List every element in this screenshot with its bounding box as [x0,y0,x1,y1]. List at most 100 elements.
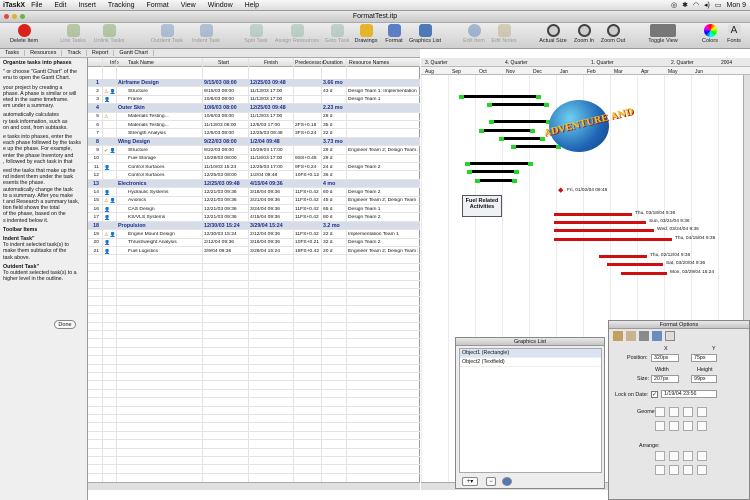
geometry-option-button[interactable] [669,407,679,417]
adventure-logo-graphic[interactable]: ADVENTURE AND [543,100,635,152]
zoom-in-button[interactable]: Zoom In [570,24,598,44]
menu-window[interactable]: Window [202,2,239,9]
close-window-button[interactable] [4,14,9,19]
info-icon[interactable] [502,477,512,486]
empty-row[interactable] [88,339,420,348]
empty-row[interactable] [88,407,420,415]
task-handle[interactable] [499,136,504,141]
fuel-related-textbox[interactable]: Fuel Related Activities [462,195,502,217]
empty-row[interactable] [88,323,420,331]
empty-row[interactable] [88,365,420,373]
task-bar[interactable] [467,162,531,165]
zoom-window-button[interactable] [20,14,25,19]
indent-task-button[interactable]: Indent Task [188,24,224,44]
sync-icon[interactable]: ◎ [671,1,677,9]
empty-row[interactable] [88,297,420,306]
geometry-option-button[interactable] [683,407,693,417]
airport-icon[interactable]: ◠ [693,1,699,9]
empty-row[interactable] [88,255,420,264]
arrange-option-button[interactable] [669,451,679,461]
actual-size-button[interactable]: Actual Size [538,24,568,44]
summary-task-row[interactable]: 13 Electronics 12/25/03 09:48 4/15/04 09:36… [88,179,420,189]
empty-row[interactable] [88,272,420,281]
zoom-out-button[interactable]: Zoom Out [598,24,628,44]
add-graphic-button[interactable]: +▾ [462,477,478,486]
critical-task-bar[interactable] [554,213,632,216]
empty-row[interactable] [88,289,420,298]
task-handle[interactable] [467,169,472,174]
volume-icon[interactable]: ◂) [704,1,710,9]
menu-help[interactable]: Help [239,2,265,9]
empty-row[interactable] [88,432,420,441]
task-handle[interactable] [528,161,533,166]
geometry-option-button[interactable] [655,407,665,417]
height-field[interactable]: 99px [691,375,717,383]
critical-task-bar[interactable] [554,238,672,241]
tab-gantt-chart[interactable]: Gantt Chart [114,50,154,56]
link-tasks-button[interactable]: Link Tasks [58,24,88,44]
arrange-option-button[interactable] [683,465,693,475]
colors-button[interactable]: Colors [698,24,722,44]
task-handle[interactable] [530,128,535,133]
geometry-option-button[interactable] [655,421,665,431]
critical-task-bar[interactable] [621,272,667,275]
empty-row[interactable] [88,465,420,474]
empty-row[interactable] [88,314,420,323]
bluetooth-icon[interactable]: ✱ [682,1,688,9]
battery-icon[interactable]: ▭ [715,1,722,9]
arrange-option-button[interactable] [697,465,707,475]
assign-resources-button[interactable]: Assign Resources [272,24,322,44]
task-bar[interactable] [481,129,533,132]
summary-task-row[interactable]: 4 Outer Skin 10/6/03 08:00 12/25/03 09:48 2.… [88,104,420,113]
col-header-finish[interactable]: Finish [264,60,278,66]
tab-report[interactable]: Report [87,50,115,56]
task-handle[interactable] [475,178,480,183]
empty-row[interactable] [88,306,420,315]
summary-task-row[interactable]: 18 Propulsion 12/30/03 15:24 3/29/04 15:24 3… [88,221,420,231]
menu-insert[interactable]: Insert [72,2,102,9]
task-handle[interactable] [514,169,519,174]
task-handle[interactable] [479,128,484,133]
pencil-icon[interactable] [626,331,636,341]
arrange-option-button[interactable] [697,451,707,461]
task-bar[interactable] [489,103,547,106]
empty-row[interactable] [88,457,420,466]
goto-task-button[interactable]: Goto Task [322,24,352,44]
empty-row[interactable] [88,373,420,382]
task-row[interactable]: 16 👤 CAS Design 12/21/03 09:36 3/24/04 09:36… [88,205,420,214]
y-position-field[interactable]: 75px [691,354,717,362]
geometry-option-button[interactable] [669,421,679,431]
text-icon[interactable] [639,331,649,341]
width-field[interactable]: 207px [651,375,679,383]
task-row[interactable]: 12 Control Surfaces 12/25/03 08:00 1/2/04 0… [88,171,420,180]
task-row[interactable]: 6 Materials Testing... 11/13/03 08:00 12/5/… [88,121,420,130]
task-row[interactable]: 19 ⚠ 👤 Engine Mount Design 12/30/03 15:24 2/… [88,230,420,239]
critical-task-bar[interactable] [554,221,646,224]
graphics-list-item[interactable]: Object1 (Rectangle) [460,349,601,358]
task-bar[interactable] [477,179,515,182]
task-handle[interactable] [465,161,470,166]
task-handle[interactable] [459,94,464,99]
arrange-option-button[interactable] [655,451,665,461]
toggle-view-button[interactable]: Toggle View [646,24,680,44]
empty-row[interactable] [88,398,420,407]
empty-row[interactable] [88,449,420,457]
geometry-option-button[interactable] [697,407,707,417]
empty-row[interactable] [88,390,420,399]
empty-row[interactable] [88,356,420,365]
empty-row[interactable] [88,281,420,289]
summary-task-row[interactable]: 8 Wing Design 9/22/03 08:00 1/2/04 09:48 3.7… [88,137,420,147]
split-task-button[interactable]: Split Task [240,24,272,44]
task-handle[interactable] [512,178,517,183]
task-row[interactable]: 14 👤 Hydraulic Systems 12/21/03 09:36 3/18/0… [88,188,420,197]
col-header-info[interactable]: Info [110,60,119,66]
geometry-option-button[interactable] [683,421,693,431]
task-bar[interactable] [461,95,539,98]
table-horizontal-scrollbar[interactable] [88,482,420,490]
graphics-list-button[interactable]: Graphics List [406,24,444,44]
unlink-tasks-button[interactable]: Unlink Tasks [90,24,128,44]
task-bar[interactable] [469,170,517,173]
empty-row[interactable] [88,348,420,357]
x-position-field[interactable]: 320px [651,354,679,362]
lock-date-field[interactable]: 1/19/04 23:56 [661,390,717,398]
